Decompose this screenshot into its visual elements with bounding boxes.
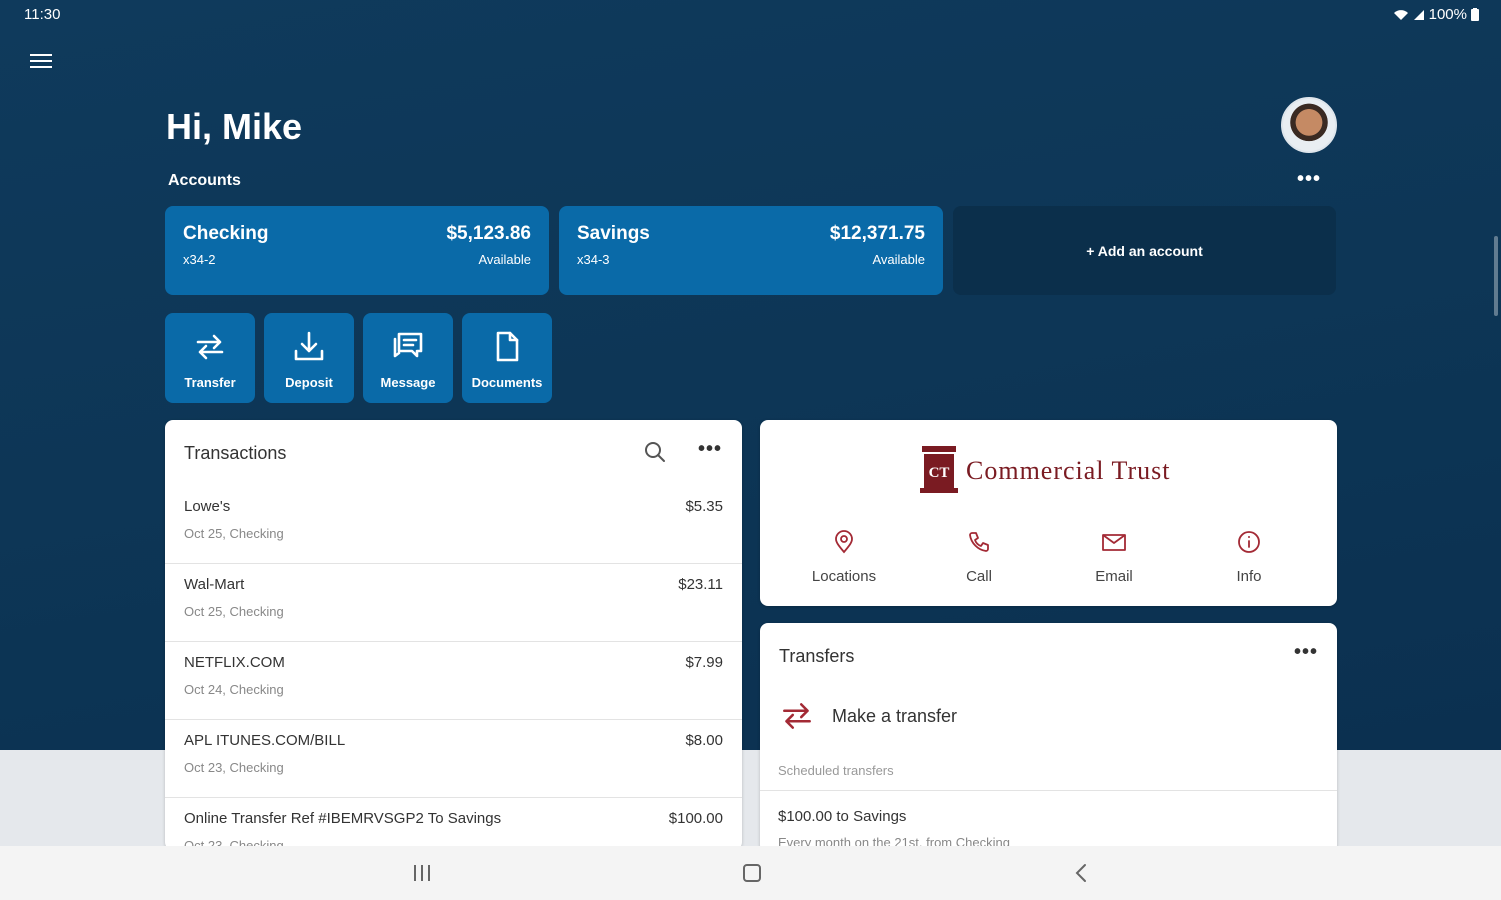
transfer-button[interactable]: Transfer	[165, 313, 255, 403]
status-icons: 100%	[1393, 6, 1479, 23]
transaction-row[interactable]: Lowe's Oct 25, Checking $5.35	[165, 486, 742, 564]
transaction-date: Oct 25, Checking	[184, 526, 284, 541]
transaction-amount: $23.11	[678, 576, 723, 593]
transactions-card: Transactions ••• Lowe's Oct 25, Checking…	[165, 420, 742, 850]
message-icon	[393, 332, 423, 358]
transaction-name: Lowe's	[184, 498, 231, 515]
location-pin-icon	[835, 530, 853, 554]
bank-info-card: CT Commercial Trust Locations Call Email…	[760, 420, 1337, 606]
transfer-label: Transfer	[184, 375, 236, 390]
account-balance-label: Available	[872, 252, 925, 267]
home-icon[interactable]	[740, 862, 764, 884]
system-nav-bar	[0, 846, 1501, 900]
make-transfer-button[interactable]: Make a transfer	[778, 697, 957, 735]
documents-label: Documents	[471, 375, 543, 390]
recent-apps-icon[interactable]	[410, 862, 434, 884]
status-bar: 11:30 100%	[0, 0, 1501, 28]
accounts-more-icon[interactable]: •••	[1297, 168, 1321, 191]
locations-button[interactable]: Locations	[784, 530, 904, 585]
accounts-heading: Accounts	[168, 172, 241, 189]
divider	[760, 790, 1337, 791]
transaction-row[interactable]: APL ITUNES.COM/BILL Oct 23, Checking $8.…	[165, 720, 742, 798]
battery-icon	[1471, 8, 1479, 21]
account-number: x34-3	[577, 252, 610, 267]
transaction-name: APL ITUNES.COM/BILL	[184, 732, 346, 749]
make-transfer-label: Make a transfer	[832, 705, 958, 726]
scrollbar[interactable]	[1494, 236, 1498, 316]
transactions-title: Transactions	[184, 443, 287, 463]
phone-icon	[969, 532, 989, 552]
transfers-more-icon[interactable]: •••	[1294, 641, 1318, 664]
deposit-label: Deposit	[285, 375, 333, 390]
transaction-row[interactable]: NETFLIX.COM Oct 24, Checking $7.99	[165, 642, 742, 720]
scheduled-transfers-heading: Scheduled transfers	[778, 763, 894, 778]
transaction-name: Online Transfer Ref #IBEMRVSGP2 To Savin…	[184, 810, 502, 827]
account-balance-label: Available	[478, 252, 531, 267]
transactions-more-icon[interactable]: •••	[698, 438, 722, 461]
account-balance: $5,123.86	[446, 223, 531, 244]
scheduled-transfer-title[interactable]: $100.00 to Savings	[778, 808, 906, 825]
transaction-date: Oct 23, Checking	[184, 760, 284, 775]
avatar[interactable]	[1281, 97, 1337, 153]
document-icon	[496, 331, 519, 362]
info-icon	[1238, 531, 1260, 553]
transfers-title: Transfers	[779, 646, 855, 666]
email-icon	[1102, 534, 1126, 551]
bank-logo-icon: CT	[920, 446, 958, 493]
locations-label: Locations	[811, 568, 877, 585]
call-button[interactable]: Call	[919, 530, 1039, 585]
message-label: Message	[380, 375, 436, 390]
transaction-amount: $5.35	[685, 498, 723, 515]
email-label: Email	[1095, 568, 1133, 585]
transfers-card: Transfers ••• Make a transfer Scheduled …	[760, 623, 1337, 853]
transaction-name: Wal-Mart	[184, 576, 245, 593]
transaction-name: NETFLIX.COM	[184, 654, 285, 671]
transfer-icon	[196, 334, 224, 360]
account-balance: $12,371.75	[829, 223, 925, 244]
account-number: x34-2	[183, 252, 216, 267]
message-button[interactable]: Message	[363, 313, 453, 403]
deposit-icon	[294, 331, 324, 361]
transaction-date: Oct 24, Checking	[184, 682, 284, 697]
signal-icon	[1413, 9, 1424, 20]
transaction-date: Oct 25, Checking	[184, 604, 284, 619]
hamburger-menu-icon[interactable]	[28, 50, 54, 76]
transaction-amount: $7.99	[685, 654, 723, 671]
account-name: Savings	[577, 223, 650, 244]
transaction-amount: $100.00	[668, 810, 723, 827]
transfer-icon	[783, 703, 811, 729]
search-icon[interactable]	[643, 440, 667, 464]
page-title: Hi, Mike	[166, 106, 303, 147]
transaction-amount: $8.00	[685, 732, 723, 749]
account-name: Checking	[183, 223, 269, 244]
battery-percent: 100%	[1428, 6, 1467, 23]
account-card-checking[interactable]: Checking x34-2 $5,123.86 Available	[165, 206, 549, 295]
documents-button[interactable]: Documents	[462, 313, 552, 403]
account-card-savings[interactable]: Savings x34-3 $12,371.75 Available	[559, 206, 943, 295]
bank-logo-letters: CT	[929, 465, 950, 481]
transaction-row[interactable]: Online Transfer Ref #IBEMRVSGP2 To Savin…	[165, 798, 742, 850]
status-time: 11:30	[24, 6, 61, 23]
email-button[interactable]: Email	[1054, 530, 1174, 585]
deposit-button[interactable]: Deposit	[264, 313, 354, 403]
wifi-icon	[1393, 9, 1408, 20]
bank-logo: CT Commercial Trust	[920, 444, 1171, 498]
bank-name: Commercial Trust	[966, 456, 1171, 485]
back-icon[interactable]	[1070, 862, 1094, 884]
add-account-button[interactable]: + Add an account	[953, 206, 1336, 295]
call-label: Call	[966, 568, 992, 585]
info-button[interactable]: Info	[1189, 530, 1309, 585]
info-label: Info	[1236, 568, 1262, 585]
transaction-row[interactable]: Wal-Mart Oct 25, Checking $23.11	[165, 564, 742, 642]
